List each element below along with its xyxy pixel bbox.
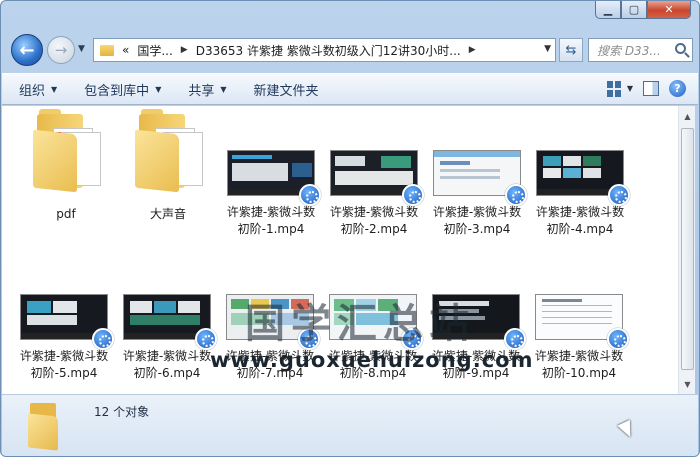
folder-icon: [33, 108, 101, 193]
share-menu[interactable]: 共享 ▼: [171, 80, 236, 99]
organize-label: 组织: [19, 83, 46, 99]
video-thumbnail: [227, 150, 321, 206]
video-player-icon: [505, 184, 527, 206]
video-player-icon: [299, 184, 321, 206]
close-button[interactable]: ✕: [647, 1, 691, 19]
watermark-url: www.guoxuehuizong.com: [210, 348, 534, 372]
arrow-left-icon: ←: [19, 39, 35, 61]
new-folder-button[interactable]: 新建文件夹: [237, 80, 329, 99]
caption-buttons: ▁ ▢ ✕: [595, 1, 691, 19]
chevron-right-icon[interactable]: ▶: [177, 45, 192, 55]
navigation-bar: ← → ▼ « 国学... ▶ D33653 许紫捷 紫微斗数初级入门12讲30…: [1, 31, 699, 71]
explorer-window: ▁ ▢ ✕ ← → ▼ « 国学... ▶ D33653 许紫捷 紫微斗数初级入…: [0, 0, 700, 457]
refresh-button[interactable]: ⇆: [559, 38, 583, 62]
change-view-icon[interactable]: [606, 80, 623, 97]
forward-button[interactable]: →: [47, 36, 75, 64]
video-thumbnail: [535, 294, 629, 350]
help-icon[interactable]: ?: [669, 80, 686, 97]
video-thumbnail: [433, 150, 527, 206]
folder-icon: [28, 401, 66, 451]
breadcrumb-overflow[interactable]: «: [118, 43, 133, 57]
search-input[interactable]: 搜索 D33...: [588, 38, 693, 62]
item-count: 12 个对象: [94, 405, 150, 419]
chevron-down-icon: ▼: [51, 84, 58, 94]
share-label: 共享: [188, 83, 215, 99]
breadcrumb-item[interactable]: D33653 许紫捷 紫微斗数初级入门12讲30小时...: [192, 42, 465, 59]
watermark-title: 国学汇总站: [245, 300, 475, 347]
arrow-right-icon: →: [54, 41, 68, 59]
video-player-icon: [608, 184, 630, 206]
file-name: 许紫捷-紫微斗数 初阶-4.mp4: [535, 205, 625, 236]
file-item-video-4[interactable]: 许紫捷-紫微斗数 初阶-4.mp4: [528, 112, 632, 238]
video-thumbnail: [536, 150, 630, 206]
toolbar-right: ▼ ?: [606, 80, 686, 97]
video-thumbnail: [123, 294, 217, 350]
file-item-pdf[interactable]: pdf: [14, 108, 118, 223]
file-item-video-10[interactable]: 许紫捷-紫微斗数 初阶-10.mp4: [527, 256, 631, 382]
details-pane: 12 个对象: [2, 394, 698, 456]
organize-menu[interactable]: 组织 ▼: [2, 80, 67, 99]
address-bar[interactable]: « 国学... ▶ D33653 许紫捷 紫微斗数初级入门12讲30小时... …: [93, 38, 556, 62]
scroll-down-icon[interactable]: ▼: [680, 376, 695, 392]
chevron-down-icon: ▼: [220, 84, 227, 94]
file-name: pdf: [56, 207, 76, 221]
view-dropdown-icon[interactable]: ▼: [627, 84, 633, 93]
refresh-icon: ⇆: [565, 42, 577, 58]
file-item-video-5[interactable]: 许紫捷-紫微斗数 初阶-5.mp4: [12, 256, 116, 382]
vertical-scrollbar[interactable]: ▲ ▼: [678, 106, 695, 394]
file-item-dashengyin[interactable]: 大声音: [116, 108, 220, 223]
scroll-up-icon[interactable]: ▲: [680, 108, 695, 124]
video-player-icon: [607, 328, 629, 350]
file-name: 许紫捷-紫微斗数 初阶-2.mp4: [329, 205, 419, 236]
file-list: pdf 大声音 许紫捷-紫微斗数 初阶-1.mp4 许紫捷-紫微斗数 初阶-2.…: [2, 106, 678, 394]
breadcrumb-item[interactable]: 国学...: [133, 42, 176, 59]
file-name: 许紫捷-紫微斗数 初阶-3.mp4: [432, 205, 522, 236]
back-button[interactable]: ←: [11, 34, 43, 66]
file-item-video-6[interactable]: 许紫捷-紫微斗数 初阶-6.mp4: [115, 256, 219, 382]
watermark: 国学汇总站 www.guoxuehuizong.com: [210, 300, 534, 373]
file-item-video-2[interactable]: 许紫捷-紫微斗数 初阶-2.mp4: [322, 112, 426, 238]
file-name: 许紫捷-紫微斗数 初阶-6.mp4: [122, 349, 212, 380]
file-item-video-1[interactable]: 许紫捷-紫微斗数 初阶-1.mp4: [219, 112, 323, 238]
include-in-library-label: 包含到库中: [84, 83, 150, 99]
video-thumbnail: [20, 294, 114, 350]
folder-icon: [100, 44, 114, 56]
video-thumbnail: [330, 150, 424, 206]
scroll-thumb[interactable]: [681, 128, 694, 370]
file-name: 许紫捷-紫微斗数 初阶-10.mp4: [534, 349, 624, 380]
file-name: 许紫捷-紫微斗数 初阶-5.mp4: [19, 349, 109, 380]
chevron-right-icon[interactable]: ▶: [465, 45, 480, 55]
folder-icon: [135, 108, 203, 193]
search-placeholder: 搜索 D33...: [597, 43, 661, 58]
minimize-button[interactable]: ▁: [595, 1, 621, 19]
preview-pane-icon[interactable]: [643, 81, 659, 96]
new-folder-label: 新建文件夹: [253, 83, 319, 99]
command-bar: 组织 ▼ 包含到库中 ▼ 共享 ▼ 新建文件夹 ▼ ?: [2, 73, 698, 105]
video-player-icon: [402, 184, 424, 206]
search-icon[interactable]: [675, 43, 686, 54]
file-name: 大声音: [149, 207, 186, 221]
file-name: 许紫捷-紫微斗数 初阶-1.mp4: [226, 205, 316, 236]
maximize-button[interactable]: ▢: [621, 1, 647, 19]
file-item-video-3[interactable]: 许紫捷-紫微斗数 初阶-3.mp4: [425, 112, 529, 238]
chevron-down-icon: ▼: [155, 84, 162, 94]
video-player-icon: [92, 328, 114, 350]
address-dropdown-icon[interactable]: ▼: [544, 44, 551, 54]
include-in-library-menu[interactable]: 包含到库中 ▼: [67, 80, 171, 99]
recent-pages-dropdown[interactable]: ▼: [78, 44, 85, 54]
